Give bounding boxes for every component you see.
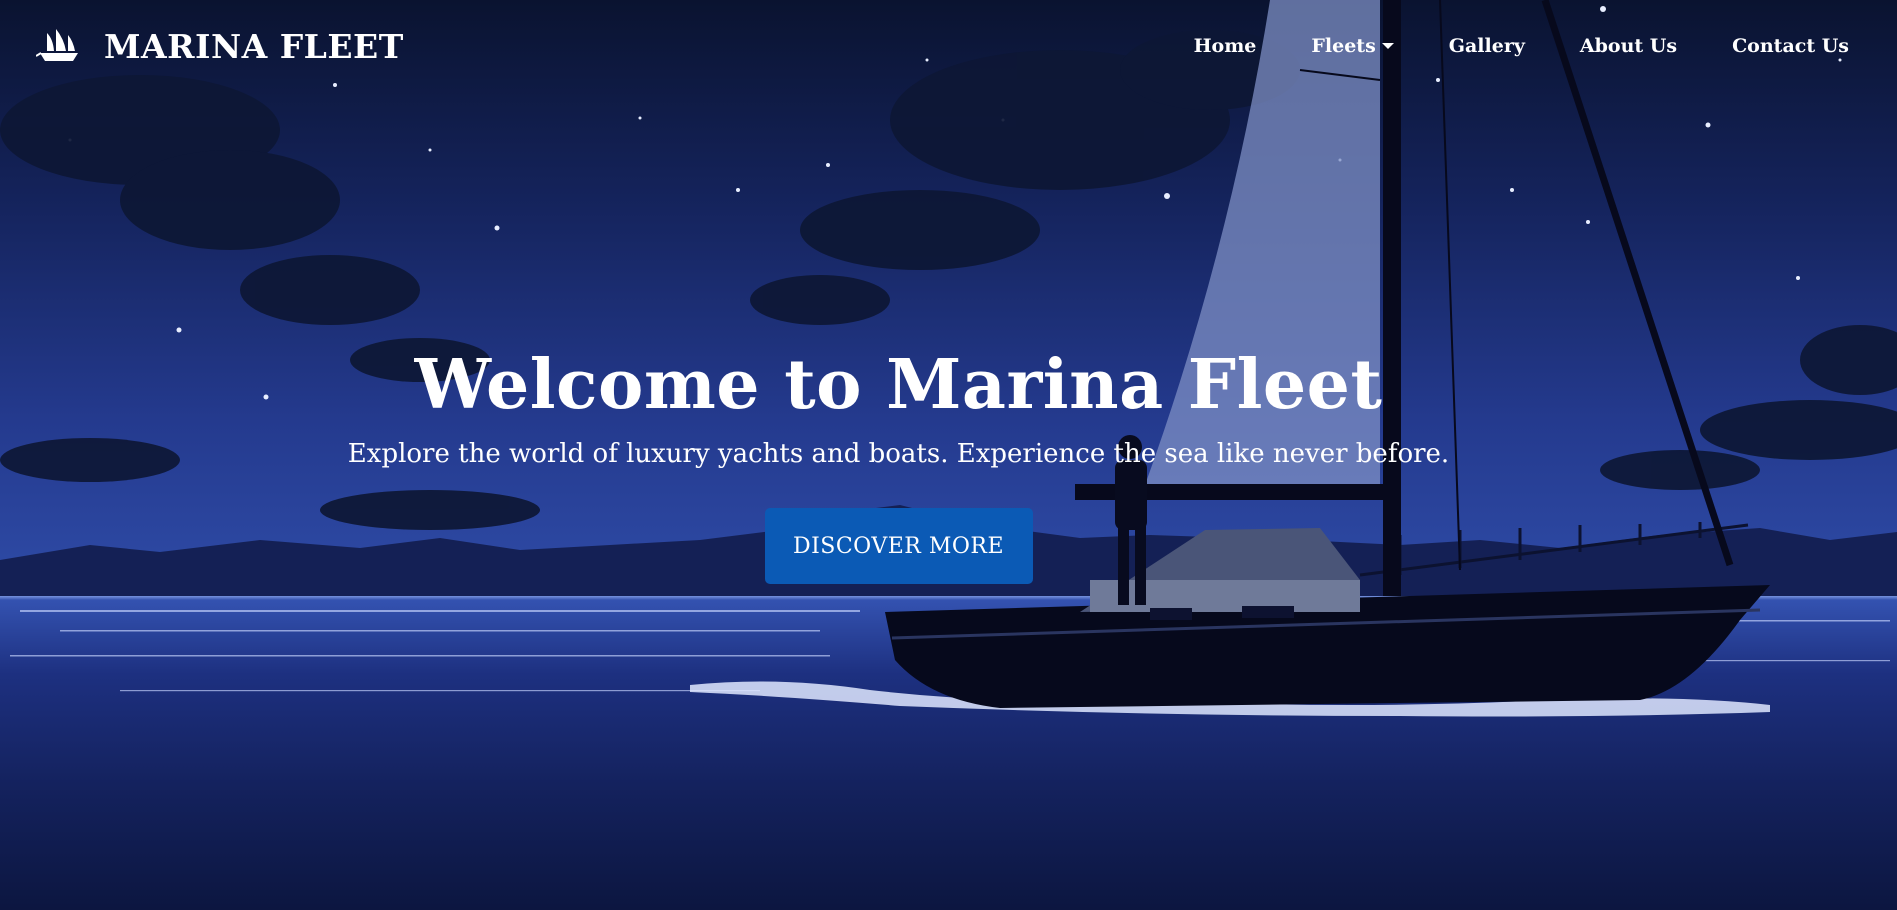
- nav-menu: Home Fleets Gallery About Us Contact Us: [1139, 35, 1849, 57]
- brand-name: MARINA FLEET: [104, 26, 404, 66]
- nav-item-contact-us[interactable]: Contact Us: [1732, 35, 1849, 57]
- hero-title: Welcome to Marina Fleet: [414, 345, 1383, 425]
- nav-item-gallery[interactable]: Gallery: [1449, 35, 1525, 57]
- nav-item-label: Home: [1193, 35, 1257, 57]
- sailing-ship-icon: [36, 29, 78, 61]
- nav-item-about-us[interactable]: About Us: [1580, 35, 1677, 57]
- top-navbar: MARINA FLEET Home Fleets Gallery About U…: [0, 0, 1897, 92]
- nav-item-label: About Us: [1579, 35, 1678, 57]
- nav-item-label: Gallery: [1448, 35, 1525, 57]
- hero-subtitle: Explore the world of luxury yachts and b…: [347, 439, 1450, 469]
- caret-down-icon: [1381, 43, 1394, 49]
- cabin-side: [1090, 580, 1360, 612]
- nav-item-label: Contact Us: [1732, 35, 1849, 57]
- nav-item-fleets-dropdown[interactable]: Fleets: [1311, 35, 1394, 57]
- nav-item-label: Fleets: [1311, 35, 1376, 57]
- discover-more-button[interactable]: DISCOVER MORE: [764, 508, 1033, 584]
- hero-content: Welcome to Marina Fleet Explore the worl…: [0, 340, 1847, 584]
- nav-item-home[interactable]: Home: [1194, 35, 1257, 57]
- brand-logo-link[interactable]: MARINA FLEET: [36, 27, 404, 66]
